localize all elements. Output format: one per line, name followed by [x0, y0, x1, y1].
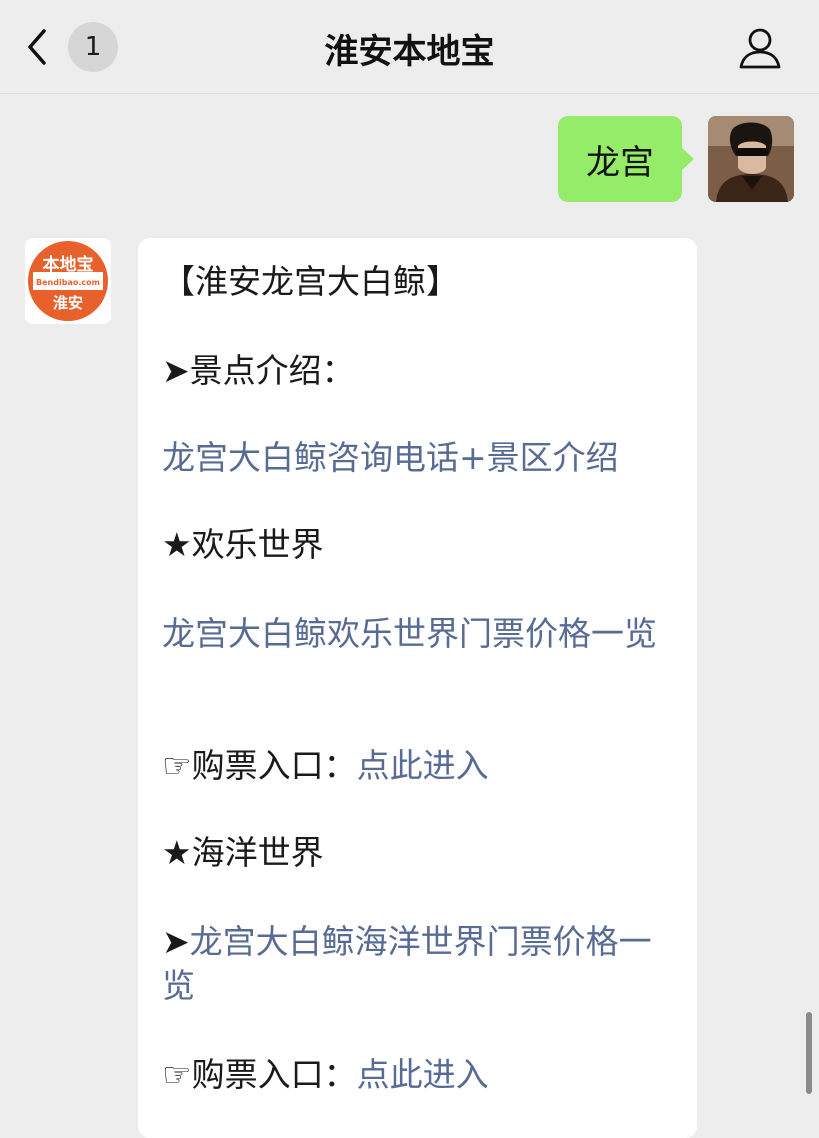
ocean-prefix: ➤	[162, 922, 190, 961]
section-ocean-heading: ★海洋世界	[162, 833, 324, 872]
logo-city-text: 淮安	[53, 294, 83, 312]
intro-link[interactable]: 龙宫大白鲸咨询电话+景区介绍	[162, 436, 682, 480]
ticket-entry-2: ☞购票入口：点此进入	[162, 1053, 682, 1097]
fun-ticket-link[interactable]: 龙宫大白鲸欢乐世界门票价格一览	[162, 612, 682, 656]
back-button[interactable]: 1	[26, 22, 136, 72]
ticket-entry-2-label: ☞购票入口：	[162, 1055, 357, 1094]
user-photo	[708, 116, 794, 202]
user-avatar[interactable]	[708, 116, 794, 202]
navigation-bar: 1 淮安本地宝	[0, 0, 819, 94]
ticket-entry-1-label: ☞购票入口：	[162, 746, 357, 785]
ticket-entry-1-link[interactable]: 点此进入	[357, 746, 489, 785]
chat-info-button[interactable]	[738, 26, 782, 70]
account-avatar[interactable]: 本地宝 Bendibao.com 淮安	[25, 238, 111, 324]
sent-message-text: 龙宫	[586, 142, 654, 183]
section-intro-heading: ➤景点介绍：	[162, 351, 355, 390]
sent-message-bubble[interactable]: 龙宫	[558, 116, 682, 202]
logo-domain-text: Bendibao.com	[36, 278, 100, 287]
ocean-ticket-line: ➤龙宫大白鲸海洋世界门票价格一览	[162, 920, 682, 1008]
person-icon	[739, 28, 781, 69]
ticket-entry-1: ☞购票入口：点此进入	[162, 744, 682, 788]
sent-bubble-tail	[681, 147, 694, 171]
back-chevron-icon	[28, 29, 46, 65]
ocean-ticket-link[interactable]: 龙宫大白鲸海洋世界门票价格一览	[162, 922, 652, 1005]
bendibao-logo: 本地宝 Bendibao.com 淮安	[25, 238, 111, 324]
section-fun-heading: ★欢乐世界	[162, 525, 324, 564]
reply-title: 【淮安龙宫大白鲸】	[162, 262, 459, 301]
scrollbar[interactable]	[806, 1012, 812, 1094]
ticket-entry-2-link[interactable]: 点此进入	[357, 1055, 489, 1094]
unread-count-badge: 1	[68, 22, 118, 72]
logo-top-text: 本地宝	[43, 254, 94, 275]
